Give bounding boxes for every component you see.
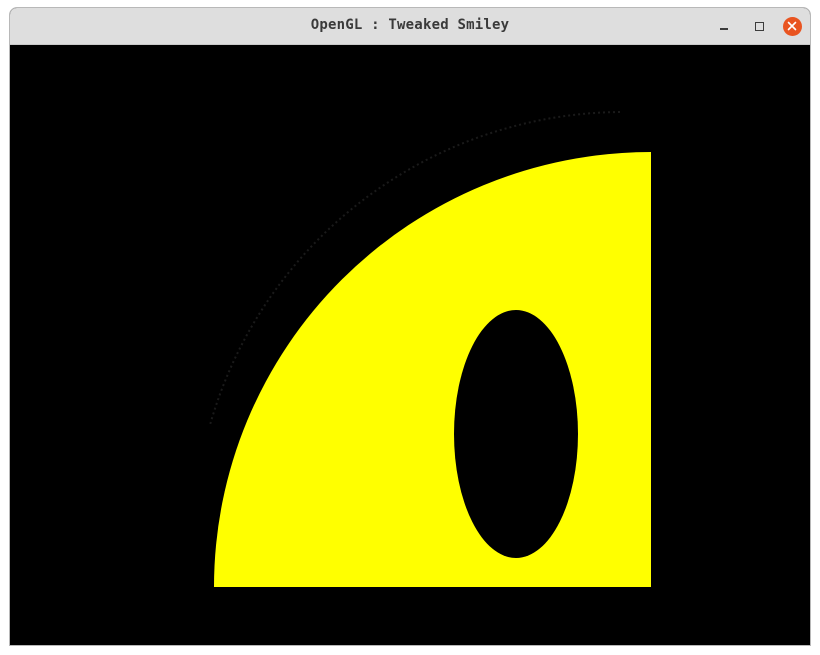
maximize-icon [754,21,764,31]
gl-canvas[interactable] [10,45,810,645]
title-bar[interactable]: OpenGL : Tweaked Smiley [10,8,810,45]
app-window: OpenGL : Tweaked Smiley [9,7,811,646]
window-title: OpenGL : Tweaked Smiley [310,17,510,33]
minimize-icon [720,28,728,30]
minimize-button[interactable] [714,16,734,36]
maximize-button[interactable] [749,16,769,36]
scene-svg [10,45,810,645]
close-icon [782,16,802,36]
smiley-eye [454,310,578,558]
close-button[interactable] [782,16,802,36]
